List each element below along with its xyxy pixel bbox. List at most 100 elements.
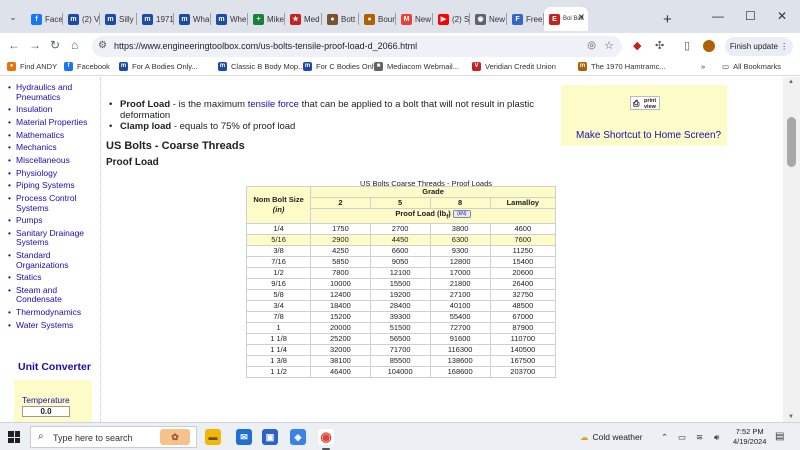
home-icon[interactable]: ⌂ bbox=[71, 38, 78, 52]
browser-tab[interactable]: m Wha bbox=[174, 7, 211, 31]
proof-load-cell: 116300 bbox=[429, 343, 491, 356]
converter-label[interactable]: Temperature bbox=[22, 395, 70, 405]
sidebar-category-link[interactable]: Miscellaneous bbox=[6, 155, 98, 166]
mail-icon[interactable]: ✉ bbox=[236, 429, 252, 445]
tray-chevron-icon[interactable]: ⌃ bbox=[661, 432, 668, 443]
bookmark-item[interactable]: ■ Mediacom Webmail... bbox=[374, 62, 459, 71]
sidebar-category-link[interactable]: Mechanics bbox=[6, 143, 98, 153]
window-close-icon[interactable]: ✕ bbox=[777, 9, 787, 23]
bookmark-label: Find ANDY bbox=[20, 62, 58, 71]
browser-tab[interactable]: ▶ (2) Si bbox=[433, 7, 470, 31]
print-view-button[interactable]: ⎙ print view bbox=[630, 96, 660, 110]
browser-tab[interactable]: F Free bbox=[507, 7, 544, 31]
proof-load-cell: 140500 bbox=[489, 343, 557, 356]
proof-load-cell: 12100 bbox=[369, 266, 431, 279]
scroll-down-icon[interactable]: ▼ bbox=[788, 414, 794, 420]
sidebar-category-link[interactable]: Piping Systems bbox=[6, 181, 98, 191]
notifications-icon[interactable]: ▤ bbox=[775, 431, 784, 442]
weather-widget[interactable]: ☁ Cold weather bbox=[580, 432, 643, 443]
converter-input[interactable]: 0.0 bbox=[22, 406, 70, 417]
scroll-up-icon[interactable]: ▲ bbox=[788, 79, 794, 85]
page-scrollbar[interactable]: ▲ ▼ bbox=[783, 77, 800, 422]
back-arrow-icon[interactable]: ← bbox=[8, 38, 20, 52]
bookmark-item[interactable]: f Facebook bbox=[64, 62, 110, 71]
bookmark-item[interactable]: ● Find ANDY bbox=[7, 62, 57, 71]
tensile-force-link[interactable]: tensile force bbox=[248, 99, 299, 110]
minimize-icon[interactable]: — bbox=[712, 9, 724, 23]
new-tab-plus-icon[interactable]: + bbox=[663, 11, 672, 28]
table-row: 3/8 4250 6600 9300 11250 bbox=[245, 244, 557, 257]
search-highlight-icon[interactable]: ✿ bbox=[160, 429, 190, 445]
proof-load-cell: 104000 bbox=[369, 365, 431, 378]
address-url[interactable]: https://www.engineeringtoolbox.com/us-bo… bbox=[114, 41, 417, 51]
sidebar-category-link[interactable]: Steam and Condensate bbox=[6, 285, 98, 305]
clock-date: 4/19/2024 bbox=[733, 437, 767, 446]
sidebar-category-link[interactable]: Physiology bbox=[6, 168, 98, 179]
home-screen-shortcut-link[interactable]: Make Shortcut to Home Screen? bbox=[576, 130, 721, 141]
scrollbar-thumb[interactable] bbox=[787, 117, 796, 167]
sidebar-category-link[interactable]: Mathematics bbox=[6, 130, 98, 141]
volume-icon[interactable]: 🔊︎ bbox=[714, 432, 719, 443]
sidebar-category-link[interactable]: Standard Organizations bbox=[6, 250, 98, 270]
proof-load-cell: 5850 bbox=[310, 255, 371, 268]
tab-close-icon[interactable]: ✕ bbox=[577, 12, 585, 23]
profile-avatar[interactable] bbox=[703, 40, 715, 52]
bookmark-item[interactable]: m The 1970 Hamtramc... bbox=[578, 62, 666, 71]
browser-tab[interactable]: ◉ New bbox=[470, 7, 507, 31]
tab-title: 1971 bbox=[156, 14, 174, 24]
si-units-button[interactable]: (kN) bbox=[452, 210, 471, 219]
browser-tab[interactable]: m Silly bbox=[100, 7, 137, 31]
copilot-icon[interactable]: ◈ bbox=[290, 429, 306, 445]
browser-tab[interactable]: f Facel bbox=[26, 7, 63, 31]
sidebar-category-link[interactable]: Insulation bbox=[6, 105, 98, 115]
file-explorer-icon[interactable]: ▬ bbox=[205, 429, 221, 445]
side-panel-icon[interactable]: ▯ bbox=[684, 39, 690, 52]
bookmarks-overflow-icon[interactable]: » bbox=[701, 62, 705, 71]
extension-icon[interactable]: ◆ bbox=[633, 39, 641, 52]
site-settings-icon[interactable]: ⚙ bbox=[98, 40, 107, 51]
browser-tab[interactable]: m Whe bbox=[211, 7, 248, 31]
search-placeholder[interactable]: Type here to search bbox=[53, 433, 133, 443]
wifi-icon[interactable]: ≋ bbox=[696, 432, 703, 443]
chrome-icon[interactable]: ◉ bbox=[318, 429, 334, 450]
weather-icon: ☁ bbox=[580, 432, 589, 442]
browser-tab[interactable]: + Mike bbox=[248, 7, 285, 31]
bookmark-item[interactable]: m Classic B Body Mop... bbox=[218, 62, 304, 71]
tab-favicon-icon: m bbox=[179, 13, 190, 25]
browser-tab[interactable]: m (2) Vi bbox=[63, 7, 100, 31]
proof-load-cell: 39300 bbox=[369, 310, 431, 323]
sidebar-category-link[interactable]: Thermodynamics bbox=[6, 308, 98, 318]
forward-arrow-icon[interactable]: → bbox=[29, 38, 41, 52]
sidebar-category-link[interactable]: Pumps bbox=[6, 216, 98, 226]
store-icon[interactable]: ▣ bbox=[262, 429, 278, 445]
sidebar-category-link[interactable]: Hydraulics and Pneumatics bbox=[6, 82, 98, 102]
maximize-icon[interactable]: ☐ bbox=[745, 9, 756, 23]
view-label: view bbox=[644, 104, 656, 110]
proof-load-cell: 4450 bbox=[369, 233, 431, 246]
windows-start-icon[interactable] bbox=[8, 431, 20, 443]
browser-tab[interactable]: ● Bott bbox=[322, 7, 359, 31]
tab-search-chevron-icon[interactable]: ⌄ bbox=[4, 8, 22, 26]
sidebar-category-link[interactable]: Material Properties bbox=[6, 117, 98, 128]
browser-tab[interactable]: ● Boun bbox=[359, 7, 396, 31]
bookmark-item[interactable]: m For A Bodies Only... bbox=[119, 62, 198, 71]
all-bookmarks-button[interactable]: ▭ All Bookmarks bbox=[722, 62, 781, 71]
sidebar-category-link[interactable]: Sanitary Drainage Systems bbox=[6, 228, 98, 248]
network-icon[interactable]: ▭ bbox=[678, 432, 686, 443]
finish-update-button[interactable]: Finish update ⋮ bbox=[725, 37, 793, 56]
sidebar-category-link[interactable]: Process Control Systems bbox=[6, 193, 98, 213]
browser-tab[interactable]: m 1971 bbox=[137, 7, 174, 31]
bookmark-star-icon[interactable]: ☆ bbox=[604, 39, 614, 52]
taskbar-clock[interactable]: 7:52 PM 4/19/2024 bbox=[733, 427, 766, 447]
reload-icon[interactable]: ↻ bbox=[50, 38, 60, 52]
sidebar-category-link[interactable]: Statics bbox=[6, 273, 98, 283]
active-browser-tab[interactable]: E Bol Bolt ✕ bbox=[544, 7, 588, 31]
tracking-protection-icon[interactable]: ◎ bbox=[587, 40, 596, 51]
bookmark-item[interactable]: V Veridian Credit Union bbox=[472, 62, 556, 71]
address-bar[interactable]: ⚙ https://www.engineeringtoolbox.com/us-… bbox=[92, 36, 622, 57]
extensions-puzzle-icon[interactable]: ✣ bbox=[655, 39, 664, 52]
browser-tab[interactable]: ★ Med bbox=[285, 7, 322, 31]
bookmark-item[interactable]: m For C Bodies Only bbox=[303, 62, 377, 71]
sidebar-category-link[interactable]: Water Systems bbox=[6, 320, 98, 331]
browser-tab[interactable]: M New bbox=[396, 7, 433, 31]
